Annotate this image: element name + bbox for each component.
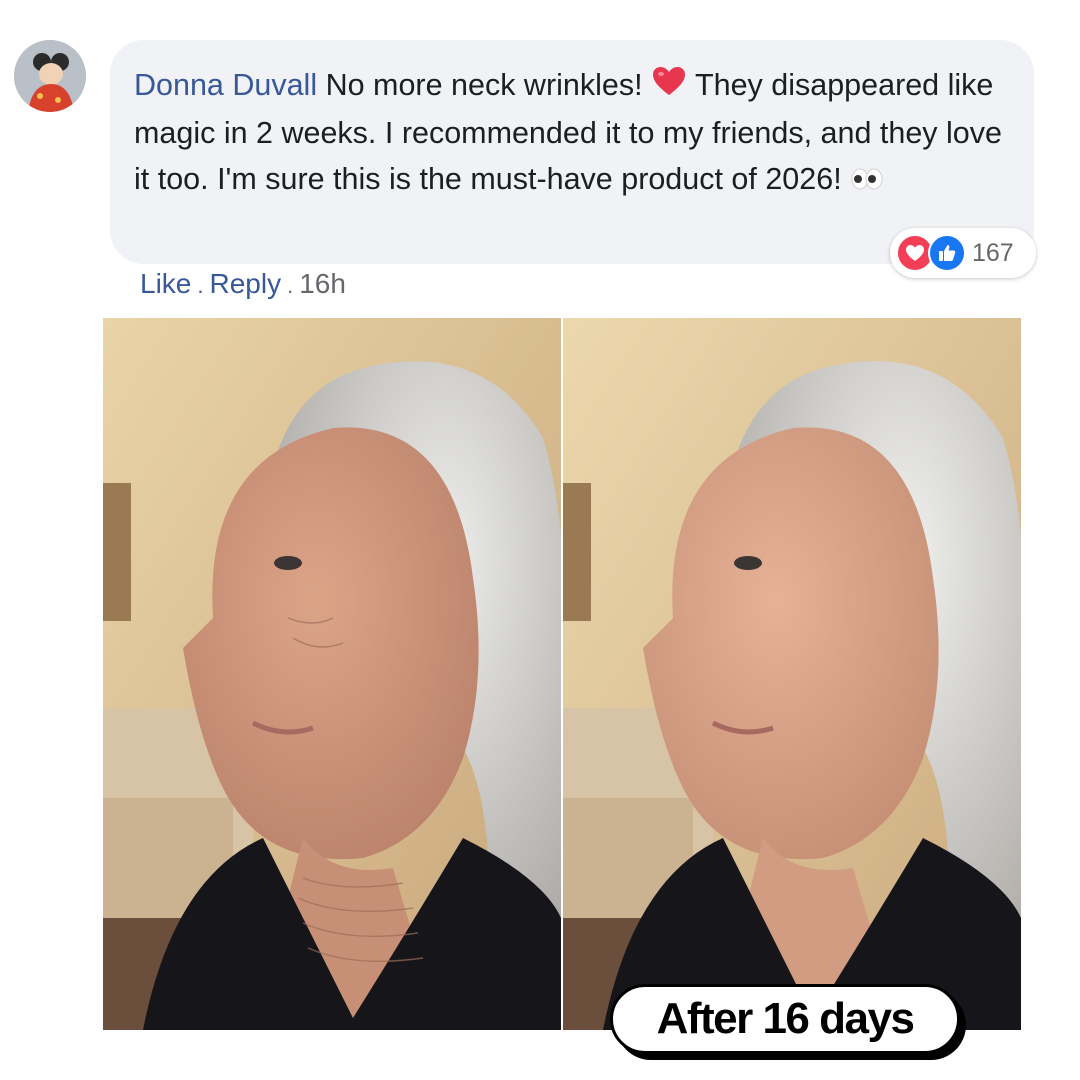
like-reaction-icon bbox=[928, 234, 966, 272]
before-photo bbox=[103, 318, 561, 1030]
comment-body: Donna Duvall No more neck wrinkles! They… bbox=[134, 62, 1010, 204]
avatar[interactable] bbox=[14, 40, 86, 112]
separator: . bbox=[197, 273, 204, 298]
avatar-image bbox=[14, 40, 86, 112]
comment-timestamp[interactable]: 16h bbox=[299, 268, 346, 300]
reply-link[interactable]: Reply bbox=[210, 268, 282, 300]
after-photo bbox=[563, 318, 1021, 1030]
after-badge-label: After 16 days bbox=[656, 994, 915, 1043]
reactions-summary[interactable]: 167 bbox=[890, 228, 1036, 278]
comment-text-part1: No more neck wrinkles! bbox=[325, 68, 643, 102]
like-link[interactable]: Like bbox=[140, 268, 191, 300]
comment-actions: Like . Reply . 16h bbox=[140, 268, 346, 300]
heart-emoji bbox=[651, 64, 687, 110]
reaction-count: 167 bbox=[972, 238, 1014, 267]
eyes-emoji bbox=[850, 158, 884, 204]
after-badge: After 16 days bbox=[610, 984, 960, 1054]
separator: . bbox=[287, 273, 294, 298]
comment-bubble: Donna Duvall No more neck wrinkles! They… bbox=[110, 40, 1034, 264]
comment-author[interactable]: Donna Duvall bbox=[134, 68, 317, 102]
